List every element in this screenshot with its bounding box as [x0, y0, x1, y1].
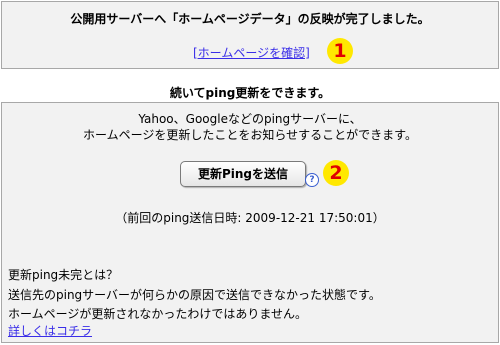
incomplete-ping-note-line2: ホームページが更新されなかったわけではありません。	[8, 307, 308, 321]
send-ping-button[interactable]: 更新Pingを送信	[180, 161, 306, 187]
step-1-badge-icon: 1	[327, 38, 353, 64]
view-homepage-link[interactable]: [ホームページを確認]	[193, 44, 310, 61]
ping-heading: 続いてping更新をできます。	[169, 86, 331, 100]
incomplete-ping-note-line1: 送信先のpingサーバーが何らかの原因で送信できなかった状態です。	[8, 288, 381, 302]
step-1-badge-text: 1	[333, 40, 347, 62]
last-ping-sent-time: （前回のping送信日時: 2009-12-21 17:50:01）	[115, 211, 385, 225]
ping-description-line1: Yahoo、Googleなどのpingサーバーに、	[138, 112, 362, 126]
step-2-badge-icon: 2	[323, 160, 349, 186]
help-icon[interactable]: ?	[305, 173, 319, 187]
details-link[interactable]: 詳しくはコチラ	[8, 322, 92, 339]
publish-complete-message: 公開用サーバーへ「ホームページデータ」の反映が完了しました。	[70, 12, 430, 26]
step-2-badge-text: 2	[329, 162, 343, 184]
ping-description-line2: ホームページを更新したことをお知らせすることができます。	[83, 128, 417, 142]
incomplete-ping-title: 更新ping未完とは？	[8, 268, 119, 282]
